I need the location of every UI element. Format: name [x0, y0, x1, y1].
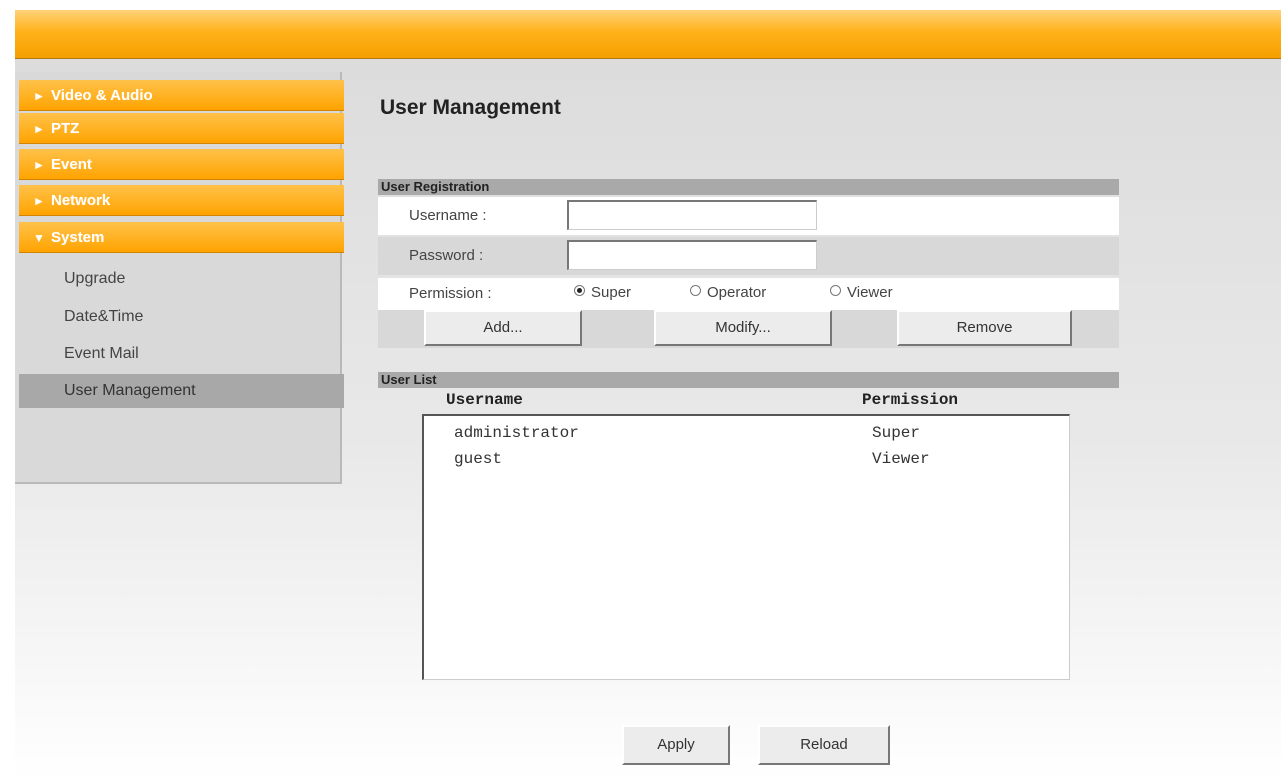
triangle-right-icon: ►	[33, 89, 45, 103]
sidebar-item-label: Date&Time	[64, 308, 144, 325]
reload-button[interactable]: Reload	[758, 725, 890, 765]
password-label: Password :	[409, 247, 484, 264]
password-field[interactable]	[567, 240, 817, 270]
nav-video-audio[interactable]: ► Video & Audio	[19, 80, 344, 111]
list-item-permission: Super	[872, 424, 921, 442]
sidebar: ► Video & Audio ► PTZ ► Event ► Network ▼ Sys…	[15, 72, 344, 484]
nav-label: Network	[51, 192, 111, 209]
sidebar-item-label: User Management	[64, 382, 196, 399]
list-item-permission: Viewer	[872, 450, 930, 468]
sidebar-item-date-time[interactable]: Date&Time	[19, 300, 344, 334]
column-header-username: Username	[446, 391, 523, 409]
triangle-down-icon: ▼	[33, 231, 45, 245]
nav-label: Event	[51, 156, 92, 173]
permission-row: Permission : Super Operator Viewer	[378, 278, 1119, 310]
sidebar-item-upgrade[interactable]: Upgrade	[19, 262, 344, 296]
nav-label: Video & Audio	[51, 87, 153, 104]
nav-label: PTZ	[51, 120, 80, 137]
radio-unchecked-icon	[690, 285, 701, 296]
permission-radio-operator[interactable]: Operator	[690, 278, 766, 308]
triangle-right-icon: ►	[33, 194, 45, 208]
triangle-right-icon: ►	[33, 122, 45, 136]
add-button[interactable]: Add...	[424, 310, 582, 346]
sidebar-item-label: Event Mail	[64, 345, 139, 362]
top-banner	[15, 10, 1281, 59]
nav-ptz[interactable]: ► PTZ	[19, 113, 344, 144]
nav-system[interactable]: ▼ System	[19, 222, 344, 253]
section-header-user-registration: User Registration	[378, 179, 1119, 195]
username-label: Username :	[409, 207, 487, 224]
page-title: User Management	[380, 96, 561, 119]
triangle-right-icon: ►	[33, 158, 45, 172]
section-header-user-list: User List	[378, 372, 1119, 388]
username-field[interactable]	[567, 200, 817, 230]
sidebar-item-user-management[interactable]: User Management	[19, 374, 344, 408]
nav-event[interactable]: ► Event	[19, 149, 344, 180]
sidebar-item-label: Upgrade	[64, 270, 126, 287]
radio-label: Operator	[707, 284, 767, 301]
remove-button[interactable]: Remove	[897, 310, 1072, 346]
radio-checked-icon	[574, 285, 585, 296]
password-row: Password :	[378, 237, 1119, 275]
user-list-box[interactable]: administrator Super guest Viewer	[422, 414, 1070, 680]
nav-network[interactable]: ► Network	[19, 185, 344, 216]
radio-label: Super	[591, 284, 632, 301]
permission-radio-super[interactable]: Super	[574, 278, 631, 308]
radio-unchecked-icon	[830, 285, 841, 296]
sidebar-item-event-mail[interactable]: Event Mail	[19, 337, 344, 371]
modify-button[interactable]: Modify...	[654, 310, 832, 346]
apply-button[interactable]: Apply	[622, 725, 730, 765]
action-row: Add... Modify... Remove	[378, 310, 1119, 348]
column-header-permission: Permission	[862, 391, 959, 409]
list-item-username: administrator	[454, 424, 579, 442]
username-row: Username :	[378, 197, 1119, 235]
permission-label: Permission :	[409, 285, 492, 302]
nav-label: System	[51, 229, 105, 246]
list-item-username: guest	[454, 450, 503, 468]
permission-radio-viewer[interactable]: Viewer	[830, 278, 893, 308]
radio-label: Viewer	[847, 284, 893, 301]
